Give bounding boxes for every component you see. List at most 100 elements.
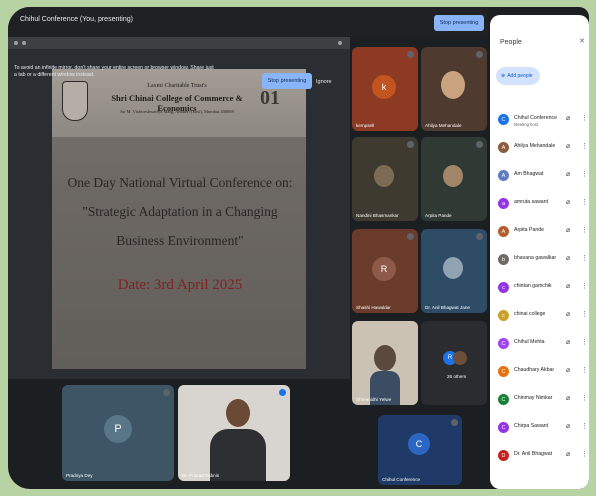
participant-row[interactable]: c chintan gamchik ⌀ ⋮	[498, 279, 588, 299]
participant-tile[interactable]: R Shashi Hawaldar	[352, 229, 418, 313]
more-options-icon[interactable]: ⋮	[581, 142, 588, 150]
add-person-icon: ⊕	[501, 73, 506, 79]
participant-row[interactable]: c chinai college ⌀ ⋮	[498, 307, 588, 327]
participant-photo	[226, 399, 250, 427]
more-options-icon[interactable]: ⋮	[581, 226, 588, 234]
more-options-icon[interactable]: ⋮	[581, 170, 588, 178]
participant-name: Shashi Hawaldar	[356, 305, 391, 310]
participant-row[interactable]: C Chihul Conference Meeting host ⌀ ⋮	[498, 111, 588, 131]
participant-avatar: P	[104, 415, 132, 443]
more-options-icon[interactable]: ⋮	[581, 366, 588, 374]
mic-off-icon[interactable]: ⌀	[566, 282, 570, 290]
toolbar-dot-icon	[338, 41, 342, 45]
participant-photo	[443, 165, 463, 187]
participant-name: bhavana gawalkar	[514, 255, 557, 261]
mic-off-icon[interactable]: ⌀	[566, 310, 570, 318]
participant-tile[interactable]: Dr. Prasad Sabnis	[178, 385, 290, 481]
participant-name: Am Bhagwat	[514, 171, 544, 177]
self-view-tile[interactable]: C Chihul Conference	[378, 415, 462, 485]
stop-presenting-button[interactable]: Stop presenting	[434, 15, 484, 31]
participant-row[interactable]: A Am Bhagwat ⌀ ⋮	[498, 167, 588, 187]
participant-row[interactable]: D Dr. Anil Bhagwat ⌀ ⋮	[498, 447, 588, 467]
mic-muted-icon	[476, 141, 483, 148]
mic-off-icon[interactable]: ⌀	[566, 338, 570, 346]
more-options-icon[interactable]: ⋮	[581, 254, 588, 262]
participant-name: Chihul Conference	[514, 115, 557, 121]
participant-photo	[443, 257, 463, 279]
mic-off-icon[interactable]: ⌀	[566, 422, 570, 430]
participant-tile[interactable]: Ahilya Mehandale	[421, 47, 487, 131]
mic-off-icon[interactable]: ⌀	[566, 142, 570, 150]
participant-avatar: k	[372, 75, 396, 99]
participant-avatar: D	[498, 450, 509, 461]
more-options-icon[interactable]: ⋮	[581, 282, 588, 290]
mic-muted-icon	[476, 233, 483, 240]
participant-name: Shreenidhi Yelwe	[356, 397, 392, 402]
participant-avatar: A	[498, 142, 509, 153]
mic-off-icon[interactable]: ⌀	[566, 198, 570, 206]
close-icon[interactable]: ✕	[579, 37, 585, 45]
participant-avatar: C	[498, 114, 509, 125]
mic-muted-icon	[407, 51, 414, 58]
mic-off-icon[interactable]: ⌀	[566, 450, 570, 458]
participant-name: Chirpa Sawant	[514, 423, 549, 429]
presentation-bar: Chihul Conference (You, presenting) Stop…	[8, 7, 488, 37]
participant-avatar: C	[498, 338, 509, 349]
shared-slide: 01 Laxmi Charitable Trust's Shri Chinai …	[52, 69, 306, 369]
participant-row[interactable]: C Chaudhary Akbar ⌀ ⋮	[498, 363, 588, 383]
participant-row[interactable]: C Chinmay Nimkar ⌀ ⋮	[498, 391, 588, 411]
mic-off-icon[interactable]: ⌀	[566, 170, 570, 178]
slide-date: Date: 3rd April 2025	[117, 277, 243, 293]
participant-name: Chaudhary Akbar	[514, 367, 555, 373]
add-people-button[interactable]: ⊕ Add people	[496, 67, 540, 85]
more-options-icon[interactable]: ⋮	[581, 114, 588, 122]
mic-muted-icon	[476, 51, 483, 58]
people-panel: People ✕ ⊕ Add people C Chihul Conference…	[490, 15, 589, 489]
college-crest-icon	[62, 81, 88, 121]
participant-avatar: a	[498, 198, 509, 209]
mic-muted-icon	[407, 141, 414, 148]
participant-row[interactable]: a amruta sawant ⌀ ⋮	[498, 195, 588, 215]
participant-tile[interactable]: Arpita Pande	[421, 137, 487, 221]
mirror-warning: To avoid an infinite mirror, don't share…	[14, 65, 214, 78]
mic-off-icon[interactable]: ⌀	[566, 226, 570, 234]
participant-name: kempsell	[356, 123, 375, 128]
more-options-icon[interactable]: ⋮	[581, 422, 588, 430]
participant-row[interactable]: C Chihul Mehta ⌀ ⋮	[498, 335, 588, 355]
mic-muted-icon	[407, 233, 414, 240]
participant-tile[interactable]: P Pradnya Dey	[62, 385, 174, 481]
participant-avatar: c	[498, 310, 509, 321]
stop-presenting-prompt-button[interactable]: Stop presenting	[262, 73, 312, 89]
more-options-icon[interactable]: ⋮	[581, 310, 588, 318]
participant-row[interactable]: C Chirpa Sawant ⌀ ⋮	[498, 419, 588, 439]
participant-row[interactable]: b bhavana gawalkar ⌀ ⋮	[498, 251, 588, 271]
more-options-icon[interactable]: ⋮	[581, 450, 588, 458]
participant-avatar: A	[498, 226, 509, 237]
participant-avatar: C	[408, 433, 430, 455]
mic-muted-icon	[163, 389, 170, 396]
participant-tile[interactable]: Dr. Anil Bhagwat Jane	[421, 229, 487, 313]
others-tile[interactable]: R 26 others	[421, 321, 487, 405]
mic-off-icon[interactable]: ⌀	[566, 254, 570, 262]
more-options-icon[interactable]: ⋮	[581, 394, 588, 402]
mic-off-icon[interactable]: ⌀	[566, 366, 570, 374]
slide-org-trust: Laxmi Charitable Trust's	[147, 83, 207, 89]
mic-off-icon[interactable]: ⌀	[566, 394, 570, 402]
participant-avatar: c	[498, 282, 509, 293]
more-options-icon[interactable]: ⋮	[581, 338, 588, 346]
participant-name: Dr. Prasad Sabnis	[182, 473, 220, 478]
others-avatar	[453, 351, 467, 365]
participant-tile[interactable]: Shreenidhi Yelwe	[352, 321, 418, 405]
panel-title: People	[500, 39, 522, 46]
more-options-icon[interactable]: ⋮	[581, 198, 588, 206]
participant-row[interactable]: A Arpita Pande ⌀ ⋮	[498, 223, 588, 243]
participant-row[interactable]: A Ahilya Mehandale ⌀ ⋮	[498, 139, 588, 159]
mic-off-icon[interactable]: ⌀	[566, 114, 570, 122]
participant-name: Arpita Pande	[514, 227, 544, 233]
toolbar-dot-icon	[14, 41, 18, 45]
presentation-stage: 01 Laxmi Charitable Trust's Shri Chinai …	[8, 37, 350, 379]
ignore-button[interactable]: Ignore	[316, 79, 332, 85]
participant-tile[interactable]: Nandini Bhasmankar	[352, 137, 418, 221]
participant-tile[interactable]: k kempsell	[352, 47, 418, 131]
participant-name: Ahilya Mehandale	[514, 143, 556, 149]
